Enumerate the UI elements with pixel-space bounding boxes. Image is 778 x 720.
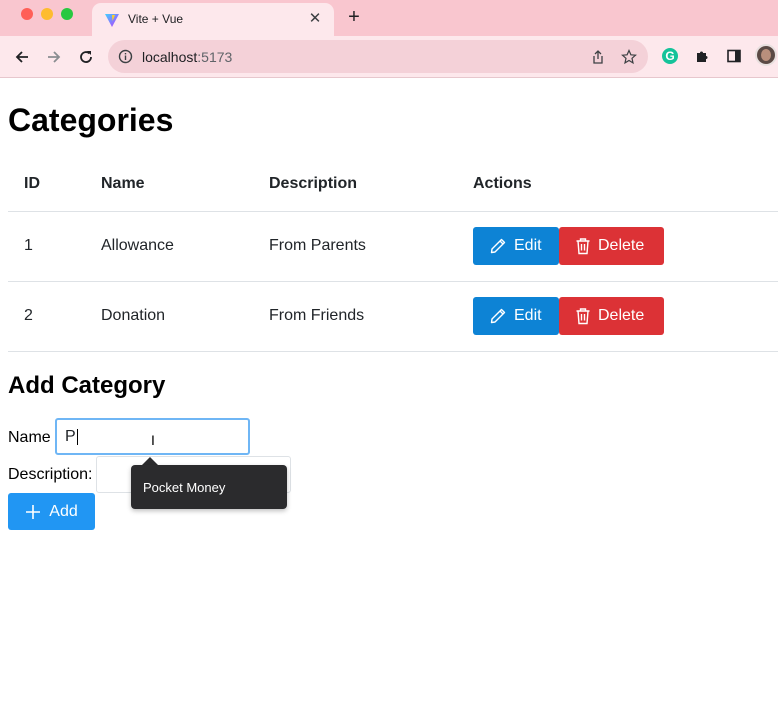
forward-icon[interactable] bbox=[42, 45, 66, 69]
edit-label: Edit bbox=[514, 307, 542, 324]
cell-id: 2 bbox=[8, 281, 85, 352]
pencil-icon bbox=[490, 238, 506, 254]
tab-title: Vite + Vue bbox=[128, 12, 184, 26]
edit-button[interactable]: Edit bbox=[473, 297, 559, 335]
table-row: 1 Allowance From Parents Edit Delete bbox=[8, 211, 778, 282]
page-content: Categories ID Name Description Actions 1… bbox=[0, 78, 778, 720]
cell-description: From Parents bbox=[253, 211, 457, 282]
site-info-icon[interactable] bbox=[118, 49, 133, 64]
plus-icon bbox=[26, 504, 41, 519]
cell-id: 1 bbox=[8, 211, 85, 282]
url-host: localhost bbox=[142, 49, 198, 65]
header-id: ID bbox=[8, 158, 85, 212]
cell-actions: Edit Delete bbox=[457, 281, 778, 352]
categories-table: ID Name Description Actions 1 Allowance … bbox=[8, 158, 778, 352]
bookmark-star-icon[interactable] bbox=[620, 48, 638, 66]
add-label: Add bbox=[49, 502, 78, 520]
address-bar[interactable]: localhost:5173 bbox=[108, 40, 648, 73]
vite-logo-icon bbox=[104, 12, 120, 28]
text-caret bbox=[76, 428, 78, 445]
browser-toolbar: localhost:5173 G bbox=[0, 36, 778, 78]
pencil-icon bbox=[490, 308, 506, 324]
trash-icon bbox=[576, 308, 590, 325]
page-title: Categories bbox=[8, 102, 174, 138]
autocomplete-suggestion-text: Pocket Money bbox=[143, 480, 226, 495]
delete-label: Delete bbox=[598, 307, 645, 324]
extensions-puzzle-icon[interactable] bbox=[692, 46, 712, 66]
side-panel-icon[interactable] bbox=[724, 46, 744, 66]
edit-button[interactable]: Edit bbox=[473, 227, 559, 265]
autocomplete-arrow bbox=[142, 457, 158, 465]
add-button[interactable]: Add bbox=[8, 493, 95, 530]
profile-avatar[interactable] bbox=[755, 44, 777, 66]
grammarly-extension-icon[interactable]: G bbox=[660, 46, 680, 66]
ibeam-cursor-icon: I bbox=[151, 432, 155, 448]
share-icon[interactable] bbox=[589, 48, 607, 66]
edit-label: Edit bbox=[514, 237, 542, 254]
delete-button[interactable]: Delete bbox=[559, 297, 664, 335]
back-icon[interactable] bbox=[10, 45, 34, 69]
cell-name: Donation bbox=[85, 281, 253, 352]
tab-close-icon[interactable]: ✕ bbox=[306, 10, 324, 28]
table-row: 2 Donation From Friends Edit Delete bbox=[8, 281, 778, 352]
delete-label: Delete bbox=[598, 237, 645, 254]
header-name: Name bbox=[85, 158, 253, 212]
header-description: Description bbox=[253, 158, 457, 212]
browser-tab-strip: Vite + Vue ✕ + bbox=[0, 0, 778, 36]
window-maximize-button[interactable] bbox=[61, 8, 73, 20]
cell-actions: Edit Delete bbox=[457, 211, 778, 282]
url-text: localhost:5173 bbox=[142, 49, 232, 65]
delete-button[interactable]: Delete bbox=[559, 227, 664, 265]
autocomplete-suggestion[interactable]: Pocket Money bbox=[131, 465, 287, 509]
url-port: :5173 bbox=[197, 49, 233, 65]
add-category-heading: Add Category bbox=[8, 372, 166, 399]
cell-name: Allowance bbox=[85, 211, 253, 282]
name-label: Name bbox=[8, 429, 51, 446]
cell-description: From Friends bbox=[253, 281, 457, 352]
name-input-value: P bbox=[65, 428, 76, 445]
table-header-row: ID Name Description Actions bbox=[8, 158, 778, 212]
new-tab-icon[interactable]: + bbox=[344, 6, 364, 28]
trash-icon bbox=[576, 238, 590, 255]
browser-tab[interactable]: Vite + Vue ✕ bbox=[92, 3, 334, 36]
window-minimize-button[interactable] bbox=[41, 8, 53, 20]
window-close-button[interactable] bbox=[21, 8, 33, 20]
description-label: Description: bbox=[8, 466, 93, 483]
reload-icon[interactable] bbox=[74, 45, 98, 69]
header-actions: Actions bbox=[457, 158, 778, 212]
